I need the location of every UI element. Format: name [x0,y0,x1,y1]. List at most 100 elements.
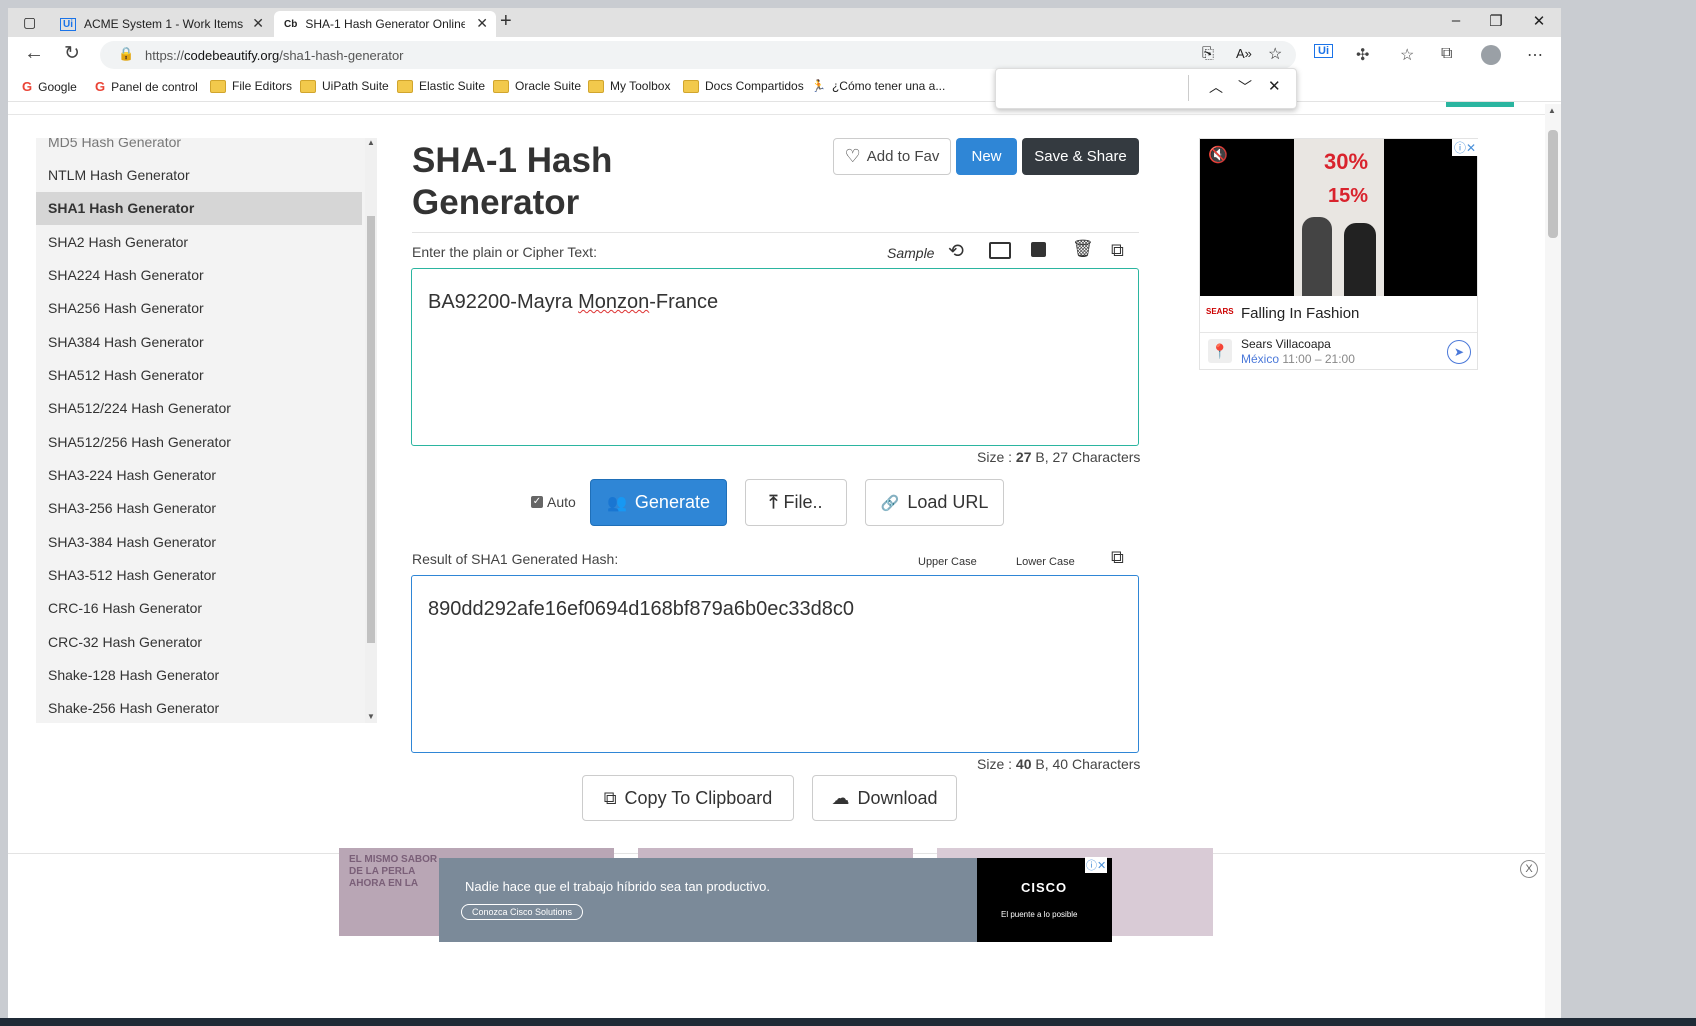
scroll-up-icon[interactable]: ▲ [1548,106,1556,115]
reader-icon[interactable]: ⎘ [1202,45,1214,62]
page-title: SHA-1 Hash Generator [412,141,613,222]
ad-info-close-icon[interactable]: ⓘ✕ [1085,857,1108,873]
uipath-extension-icon[interactable]: Ui [1314,44,1333,58]
add-to-fav-label: Add to Fav [866,148,940,165]
ad-office-image [439,858,977,942]
back-icon[interactable]: ← [24,42,44,65]
trash-icon[interactable]: 🗑 [1072,239,1094,259]
scroll-down-icon[interactable]: ▼ [367,712,375,721]
bookmark-panel[interactable]: G Panel de control [95,79,198,94]
bookmark-docs[interactable]: Docs Compartidos [683,79,804,93]
generate-button[interactable]: 👥 Generate [590,479,727,526]
sidebar-scrollbar[interactable]: ▲ ▼ [365,138,377,723]
close-window-icon[interactable]: ✕ [1524,12,1554,30]
collections-icon[interactable]: ⧉ [1441,45,1452,63]
profile-avatar[interactable] [1481,45,1501,65]
bookmark-elastic[interactable]: Elastic Suite [397,79,485,93]
sidebar-item[interactable]: SHA256 Hash Generator [36,292,362,325]
sidebar-item[interactable]: CRC-32 Hash Generator [36,626,362,659]
sidebar-item[interactable]: SHA2 Hash Generator [36,226,362,259]
favorites-icon[interactable]: ☆ [1400,45,1414,65]
download-button[interactable]: ☁ Download [812,775,957,821]
more-menu-icon[interactable]: ⋯ [1527,45,1543,65]
cisco-ad[interactable]: Nadie hace que el trabajo híbrido sea ta… [439,857,1112,942]
lower-case-link[interactable]: Lower Case [1016,556,1075,568]
bookmark-uipath[interactable]: UiPath Suite [300,79,389,93]
extensions-icon[interactable]: ✣ [1356,45,1369,65]
sidebar-item[interactable]: SHA512/256 Hash Generator [36,426,362,459]
load-url-button[interactable]: 🔗 Load URL [865,479,1004,526]
address-bar: ← ↻ 🔒 https://codebeautify.org/sha1-hash… [8,37,1561,73]
new-tab-icon[interactable]: + [500,10,512,33]
history-icon[interactable]: ⟲ [948,240,964,263]
find-previous-icon[interactable]: ︿ [1209,77,1223,97]
refresh-icon[interactable]: ↻ [64,42,80,65]
sidebar-item[interactable]: MD5 Hash Generator [36,138,362,159]
add-to-fav-button[interactable]: ♡ Add to Fav [833,138,951,175]
bookmark-toolbox[interactable]: My Toolbox [588,79,670,93]
sidebar-item[interactable]: SHA3-512 Hash Generator [36,559,362,592]
bookmark-label: My Toolbox [610,79,671,93]
close-ad-icon[interactable]: X [1520,860,1538,878]
tab-sha1[interactable]: Cb SHA-1 Hash Generator Online To ✕ [274,11,496,37]
scroll-up-icon[interactable]: ▲ [367,138,375,147]
restore-icon[interactable]: ❐ [1481,12,1511,30]
generate-label: Generate [634,492,710,512]
sidebar-item[interactable]: SHA512/224 Hash Generator [36,392,362,425]
url-field[interactable]: 🔒 https://codebeautify.org/sha1-hash-gen… [100,41,1296,69]
bookmark-google[interactable]: G Google [22,79,77,94]
page-scroll-thumb[interactable] [1548,130,1558,238]
sidebar-item[interactable]: SHA3-384 Hash Generator [36,526,362,559]
sidebar-scroll-thumb[interactable] [367,216,375,643]
bookmark-file-editors[interactable]: File Editors [210,79,292,93]
save-disk-icon[interactable] [1031,242,1046,257]
find-next-icon[interactable]: ﹀ [1238,77,1252,97]
bookmark-label: Panel de control [111,79,198,94]
copy-result-icon[interactable]: ⧉ [1111,547,1124,568]
sidebar-item[interactable]: SHA224 Hash Generator [36,259,362,292]
auto-label: Auto [547,494,576,510]
sidebar-item[interactable]: NTLM Hash Generator [36,159,362,192]
header-green-button[interactable] [1446,102,1514,107]
favorite-star-icon[interactable]: ☆ [1268,44,1282,64]
link-icon: 🔗 [880,494,900,512]
tab-actions-icon[interactable]: ▢ [23,14,36,31]
tab-label: SHA-1 Hash Generator Online To [305,17,466,31]
minimize-icon[interactable]: – [1441,12,1471,29]
file-button[interactable]: ⤒ File.. [745,479,847,526]
sidebar-item[interactable]: SHA3-256 Hash Generator [36,492,362,525]
save-share-button[interactable]: Save & Share [1022,138,1139,175]
side-ad[interactable]: 🔇 30% 15% ⓘ✕ SEARS Falling In Fashion 📍 … [1199,138,1479,370]
find-close-icon[interactable]: ✕ [1268,77,1281,95]
new-button[interactable]: New [956,138,1017,175]
close-tab-icon[interactable]: ✕ [252,15,264,32]
ad-info-close-icon[interactable]: ⓘ✕ [1452,139,1479,156]
sidebar-item[interactable]: Shake-128 Hash Generator [36,659,362,692]
sample-link[interactable]: Sample [887,245,934,261]
result-textarea[interactable]: 890dd292afe16ef0694d168bf879a6b0ec33d8c0 [411,575,1139,753]
ad-cta-button[interactable]: Conozca Cisco Solutions [461,904,584,920]
close-tab-icon[interactable]: ✕ [476,15,488,32]
open-folder-icon[interactable] [989,242,1011,259]
read-aloud-icon[interactable]: A» [1236,46,1252,61]
sidebar-item[interactable]: SHA3-224 Hash Generator [36,459,362,492]
auto-checkbox[interactable]: ✓ Auto [531,494,576,510]
sidebar-item-active[interactable]: SHA1 Hash Generator [36,192,362,225]
input-textarea[interactable]: BA92200-Mayra Monzon-France [411,268,1139,446]
find-input[interactable] [1002,75,1189,101]
sidebar-item[interactable]: SHA512 Hash Generator [36,359,362,392]
copy-to-clipboard-button[interactable]: ⧉ Copy To Clipboard [582,775,794,821]
ad-video: 🔇 30% 15% ⓘ✕ [1200,139,1479,296]
bookmark-como[interactable]: 🏃 ¿Cómo tener una a... [811,79,945,93]
sidebar-item[interactable]: CRC-16 Hash Generator [36,592,362,625]
bookmark-oracle[interactable]: Oracle Suite [493,79,581,93]
page-scrollbar[interactable]: ▲ [1545,104,1561,1026]
mute-icon[interactable]: 🔇 [1208,145,1228,165]
sidebar-item[interactable]: SHA384 Hash Generator [36,326,362,359]
google-icon: G [22,79,33,94]
sidebar-item[interactable]: Shake-256 Hash Generator [36,692,362,723]
tab-acme[interactable]: Ui ACME System 1 - Work Items ✕ [50,11,272,37]
upper-case-link[interactable]: Upper Case [918,556,977,568]
directions-icon[interactable]: ➤ [1447,340,1471,364]
copy-icon[interactable]: ⧉ [1111,240,1124,261]
